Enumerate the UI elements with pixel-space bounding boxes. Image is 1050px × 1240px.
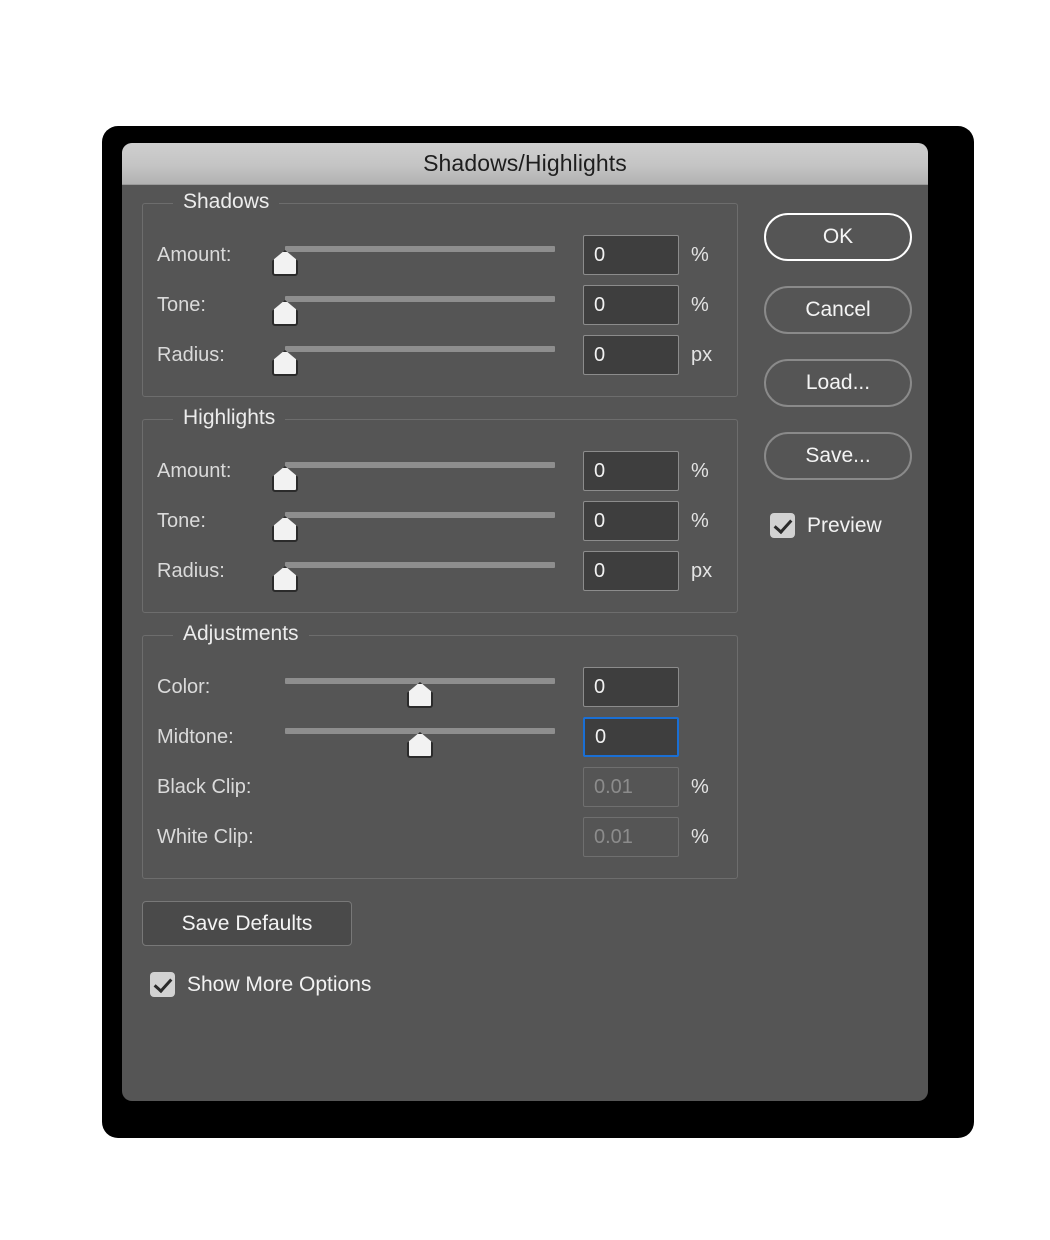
slider-track[interactable] — [285, 346, 555, 352]
slider[interactable] — [272, 332, 555, 378]
slider[interactable] — [272, 448, 555, 494]
row-whiteclip: White Clip: 0.01% — [157, 812, 723, 862]
value-input[interactable]: 0 — [583, 501, 679, 541]
slider-track[interactable] — [285, 562, 555, 568]
value-input[interactable]: 0 — [583, 551, 679, 591]
row-label: White Clip: — [157, 825, 254, 848]
load-button[interactable]: Load... — [764, 359, 912, 407]
slider[interactable] — [272, 548, 555, 594]
preview-label: Preview — [807, 513, 882, 537]
unit-label: px — [691, 559, 713, 582]
group-shadows: Shadows Amount: 0% Tone: 0% Radius: 0 px — [142, 190, 738, 397]
value-input[interactable]: 0 — [583, 451, 679, 491]
group-highlights: Highlights Amount: 0% Tone: 0% Radius: 0 px — [142, 406, 738, 613]
slider-thumb[interactable] — [407, 682, 433, 708]
row-label: Tone: — [157, 509, 206, 532]
group-adjustments: Adjustments Color: 0 Midtone: 0 Black Clip: 0.… — [142, 622, 738, 879]
dialog-title: Shadows/Highlights — [423, 150, 627, 176]
shadows-highlights-dialog: Shadows/Highlights Shadows Amount: 0% Tone:… — [122, 143, 928, 1101]
row-color: Color: 0 — [157, 662, 723, 712]
checkbox-icon-preview[interactable] — [770, 513, 795, 538]
row-blackclip: Black Clip: 0.01% — [157, 762, 723, 812]
slider[interactable] — [272, 498, 555, 544]
value-input: 0.01 — [583, 817, 679, 857]
dialog-body: Shadows Amount: 0% Tone: 0% Radius: 0 px Highlig… — [122, 185, 928, 1101]
unit-label: px — [691, 343, 713, 366]
group-legend: Adjustments — [173, 622, 309, 646]
unit-label: % — [691, 825, 709, 848]
group-legend: Highlights — [173, 406, 286, 430]
slider[interactable] — [285, 714, 555, 760]
dialog-titlebar[interactable]: Shadows/Highlights — [122, 143, 928, 185]
ok-button[interactable]: OK — [764, 213, 912, 261]
unit-label: % — [691, 243, 709, 266]
row-label: Radius: — [157, 343, 225, 366]
row-amount: Amount: 0% — [157, 230, 723, 280]
row-label: Tone: — [157, 293, 206, 316]
save-defaults-button[interactable]: Save Defaults — [142, 901, 352, 946]
row-label: Amount: — [157, 459, 232, 482]
show-more-options-label: Show More Options — [187, 972, 372, 996]
slider[interactable] — [272, 282, 555, 328]
group-legend: Shadows — [173, 190, 280, 214]
value-input[interactable]: 0 — [583, 667, 679, 707]
preview-row[interactable]: Preview — [764, 513, 882, 538]
slider[interactable] — [285, 664, 555, 710]
row-tone: Tone: 0% — [157, 280, 723, 330]
show-more-options-row[interactable]: Show More Options — [142, 972, 738, 997]
slider-track[interactable] — [285, 512, 555, 518]
row-label: Radius: — [157, 559, 225, 582]
slider-track[interactable] — [285, 296, 555, 302]
value-input[interactable]: 0 — [583, 335, 679, 375]
row-radius: Radius: 0 px — [157, 330, 723, 380]
row-label: Black Clip: — [157, 775, 252, 798]
unit-label: % — [691, 775, 709, 798]
unit-label: % — [691, 459, 709, 482]
row-label: Midtone: — [157, 725, 234, 748]
row-amount: Amount: 0% — [157, 446, 723, 496]
row-tone: Tone: 0% — [157, 496, 723, 546]
slider[interactable] — [272, 232, 555, 278]
slider-track[interactable] — [285, 246, 555, 252]
row-midtone: Midtone: 0 — [157, 712, 723, 762]
row-label: Color: — [157, 675, 211, 698]
value-input: 0.01 — [583, 767, 679, 807]
settings-column: Shadows Amount: 0% Tone: 0% Radius: 0 px Highlig… — [142, 190, 738, 1101]
cancel-button[interactable]: Cancel — [764, 286, 912, 334]
actions-column: OK Cancel Load... Save... Preview — [738, 203, 912, 1101]
value-input[interactable]: 0 — [583, 235, 679, 275]
value-input[interactable]: 0 — [583, 717, 679, 757]
row-label: Amount: — [157, 243, 232, 266]
unit-label: % — [691, 509, 709, 532]
row-radius: Radius: 0 px — [157, 546, 723, 596]
value-input[interactable]: 0 — [583, 285, 679, 325]
save-button[interactable]: Save... — [764, 432, 912, 480]
slider-thumb[interactable] — [407, 732, 433, 758]
slider-track[interactable] — [285, 462, 555, 468]
checkbox-icon-show-more-options[interactable] — [150, 972, 175, 997]
unit-label: % — [691, 293, 709, 316]
